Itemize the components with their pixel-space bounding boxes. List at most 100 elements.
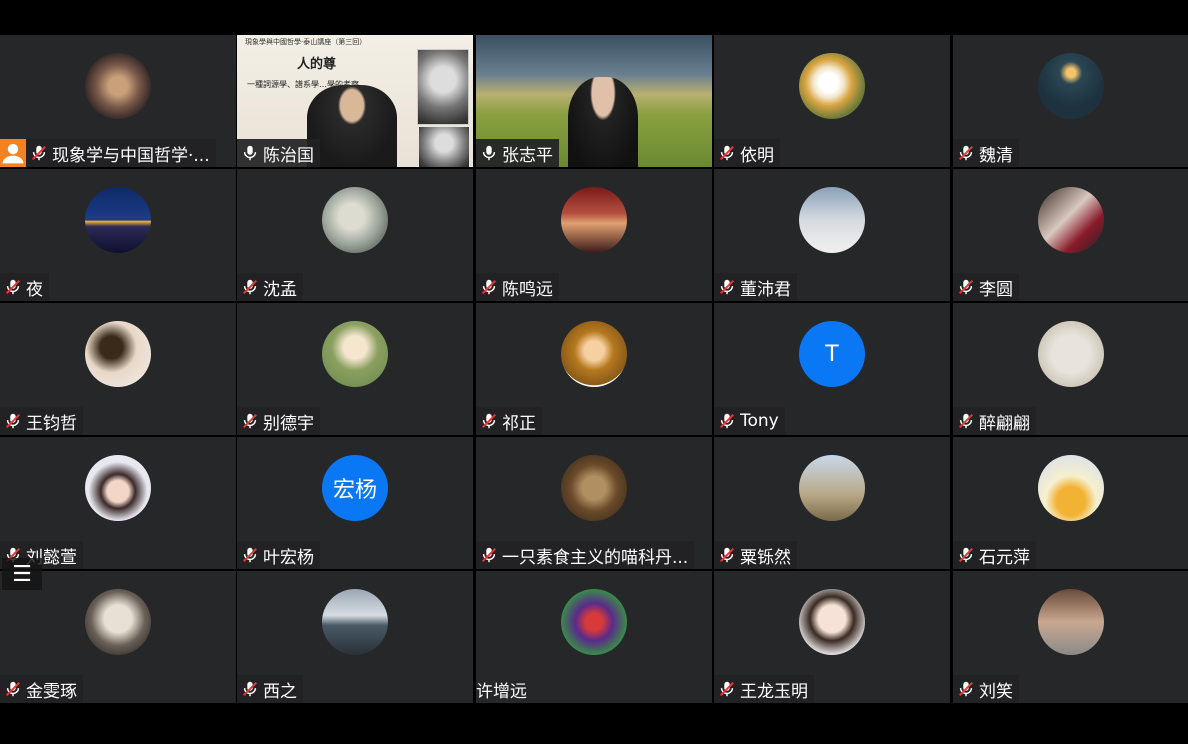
video-grid: 现象学与中国哲学·... 現象學與中國哲學·泰山講座（第三回） 人的尊 一種詞源… [0, 35, 1188, 705]
list-icon: ☰ [12, 561, 32, 587]
name-tag: 叶宏杨 [237, 541, 320, 569]
name-tag: 一只素食主义的喵科丹... [476, 541, 695, 569]
participant-name: 粟铄然 [740, 547, 791, 568]
participant-name: 王龙玉明 [740, 681, 808, 702]
avatar [561, 589, 627, 655]
name-tag: 许增远 [476, 675, 533, 703]
mic-muted-icon [0, 675, 26, 703]
participant-tile[interactable]: 现象学与中国哲学·... [0, 35, 236, 167]
participant-name: Tony [740, 411, 779, 431]
participant-name: 依明 [740, 145, 774, 166]
avatar [561, 455, 627, 521]
participant-tile[interactable]: 刘懿萱 [0, 437, 236, 569]
name-tag: 金雯琢 [0, 675, 83, 703]
avatar [799, 589, 865, 655]
participant-tile[interactable]: T Tony [714, 303, 950, 435]
name-tag: 醉翩翩 [953, 407, 1036, 435]
participant-tile[interactable]: 宏杨 叶宏杨 [237, 437, 473, 569]
mic-icon [237, 139, 263, 167]
avatar [1038, 187, 1104, 253]
mic-muted-icon [953, 273, 979, 301]
participant-tile[interactable]: 张志平 [476, 35, 712, 167]
avatar [85, 187, 151, 253]
mic-muted-icon [953, 541, 979, 569]
avatar [561, 321, 627, 387]
participant-name: 李圆 [979, 279, 1013, 300]
participant-tile[interactable]: 金雯琢 [0, 571, 236, 703]
name-tag: Tony [714, 407, 785, 435]
avatar [85, 455, 151, 521]
participant-tile[interactable]: 沈孟 [237, 169, 473, 301]
participant-tile[interactable]: 别德宇 [237, 303, 473, 435]
name-tag: 石元萍 [953, 541, 1036, 569]
participant-tile[interactable]: 石元萍 [953, 437, 1188, 569]
name-tag: 现象学与中国哲学·... [0, 139, 216, 167]
participant-name: 陈鸣远 [502, 279, 553, 300]
mic-muted-icon [237, 541, 263, 569]
name-tag: 祁正 [476, 407, 542, 435]
avatar [1038, 589, 1104, 655]
mic-muted-icon [714, 273, 740, 301]
mic-muted-icon [953, 139, 979, 167]
participant-tile[interactable]: 祁正 [476, 303, 712, 435]
mic-muted-icon [237, 675, 263, 703]
participant-tile[interactable]: 粟铄然 [714, 437, 950, 569]
name-tag: 陈治国 [237, 139, 320, 167]
slide-title: 人的尊 [297, 57, 337, 72]
participant-tile[interactable]: 魏清 [953, 35, 1188, 167]
name-tag: 依明 [714, 139, 780, 167]
mic-muted-icon [476, 407, 502, 435]
participant-name: 张志平 [502, 145, 553, 166]
mic-muted-icon [237, 407, 263, 435]
name-tag: 董沛君 [714, 273, 797, 301]
mic-muted-icon [26, 139, 52, 167]
participant-tile[interactable]: 西之 [237, 571, 473, 703]
host-icon [0, 139, 26, 167]
participant-name: 石元萍 [979, 547, 1030, 568]
name-tag: 王钧哲 [0, 407, 83, 435]
participant-tile[interactable]: 夜 [0, 169, 236, 301]
participant-tile[interactable]: 王钧哲 [0, 303, 236, 435]
avatar [799, 53, 865, 119]
avatar [1038, 455, 1104, 521]
speaker-video [307, 85, 397, 167]
participant-tile[interactable]: 一只素食主义的喵科丹... [476, 437, 712, 569]
name-tag: 西之 [237, 675, 303, 703]
participant-list-button[interactable]: ☰ [2, 558, 42, 590]
participant-name: 别德宇 [263, 413, 314, 434]
mic-muted-icon [714, 139, 740, 167]
avatar: T [799, 321, 865, 387]
name-tag: 沈孟 [237, 273, 303, 301]
avatar [1038, 53, 1104, 119]
participant-name: 一只素食主义的喵科丹... [502, 547, 689, 568]
mic-muted-icon [953, 407, 979, 435]
participant-name: 西之 [263, 681, 297, 702]
participant-tile[interactable]: 陈鸣远 [476, 169, 712, 301]
speaker-video [568, 77, 638, 167]
participant-name: 祁正 [502, 413, 536, 434]
participant-tile[interactable]: 李圆 [953, 169, 1188, 301]
avatar [85, 53, 151, 119]
name-tag: 魏清 [953, 139, 1019, 167]
participant-name: 魏清 [979, 145, 1013, 166]
participant-tile[interactable]: 醉翩翩 [953, 303, 1188, 435]
participant-tile[interactable]: 現象學與中國哲學·泰山講座（第三回） 人的尊 一種詞源學、譜系學…學的考察 陈治… [237, 35, 473, 167]
avatar [322, 187, 388, 253]
name-tag: 别德宇 [237, 407, 320, 435]
participant-tile[interactable]: 许增远 [476, 571, 712, 703]
participant-tile[interactable]: 王龙玉明 [714, 571, 950, 703]
name-tag: 陈鸣远 [476, 273, 559, 301]
participant-tile[interactable]: 董沛君 [714, 169, 950, 301]
portrait-image [419, 127, 469, 167]
avatar [561, 187, 627, 253]
avatar [85, 589, 151, 655]
participant-tile[interactable]: 依明 [714, 35, 950, 167]
mic-muted-icon [0, 407, 26, 435]
participant-tile[interactable]: 刘笑 [953, 571, 1188, 703]
participant-name: 许增远 [476, 681, 527, 702]
mic-muted-icon [237, 273, 263, 301]
name-tag: 夜 [0, 273, 49, 301]
mic-muted-icon [714, 541, 740, 569]
name-tag: 粟铄然 [714, 541, 797, 569]
participant-name: 夜 [26, 279, 43, 300]
